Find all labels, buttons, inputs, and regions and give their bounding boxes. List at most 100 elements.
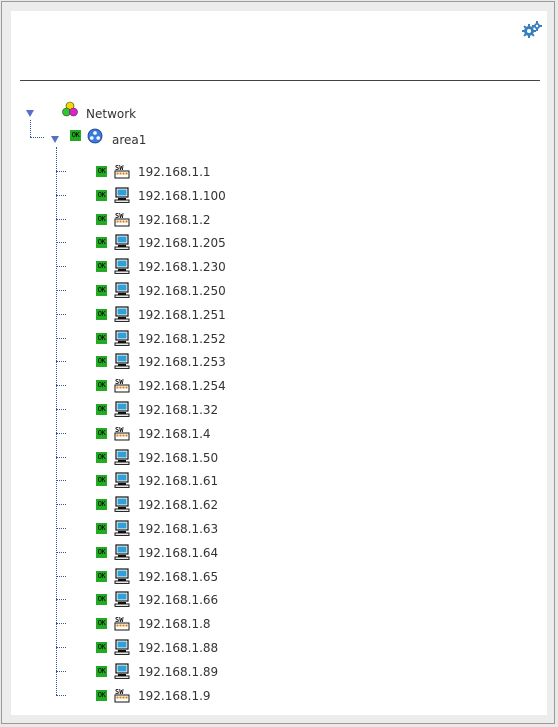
computer-icon [114,306,130,322]
tree-line [56,671,66,672]
tree-device-label[interactable]: 192.168.1.4 [138,427,211,441]
tree-line [56,147,57,695]
tree-line [56,171,66,172]
computer-icon [114,544,130,560]
tree-line [56,385,66,386]
computer-icon [114,282,130,298]
tree-device-label[interactable]: 192.168.1.61 [138,474,218,488]
expand-toggle-area1[interactable] [50,134,60,144]
tree-line [56,433,66,434]
tree-device-label[interactable]: 192.168.1.251 [138,308,226,322]
status-ok-badge: OK [96,690,107,701]
tree-device-label[interactable]: 192.168.1.8 [138,617,211,631]
status-ok-badge: OK [96,214,107,225]
tree-device-label[interactable]: 192.168.1.63 [138,522,218,536]
tree-node-label-area1[interactable]: area1 [112,133,146,147]
tree-device-label[interactable]: 192.168.1.250 [138,284,226,298]
tree-line [56,242,66,243]
tree-device-label[interactable]: 192.168.1.230 [138,260,226,274]
switch-icon: SW [114,687,130,703]
tree-line [56,504,66,505]
tree-line [30,120,31,137]
status-ok-badge: OK [96,261,107,272]
expand-toggle-network[interactable] [25,108,35,118]
tree-line [56,647,66,648]
status-ok-badge: OK [96,428,107,439]
status-ok-badge: OK [96,666,107,677]
tree-device-label[interactable]: 192.168.1.9 [138,689,211,703]
computer-icon [114,639,130,655]
tree-line [56,338,66,339]
tree-line [56,314,66,315]
tree-device-label[interactable]: 192.168.1.64 [138,546,218,560]
computer-icon [114,520,130,536]
computer-icon [114,472,130,488]
status-ok-badge: OK [96,452,107,463]
tree-device-label[interactable]: 192.168.1.1 [138,165,211,179]
switch-icon: SW [114,377,130,393]
tree-device-label[interactable]: 192.168.1.205 [138,236,226,250]
status-ok-badge: OK [96,594,107,605]
tree-device-label[interactable]: 192.168.1.253 [138,355,226,369]
settings-gears-icon[interactable] [522,21,542,39]
status-ok-badge: OK [96,475,107,486]
tree-node-label-network[interactable]: Network [86,107,136,121]
tree-line [56,552,66,553]
switch-icon: SW [114,163,130,179]
tree-line [56,599,66,600]
divider [20,80,540,81]
tree-line [56,361,66,362]
status-ok-badge: OK [70,130,81,141]
status-ok-badge: OK [96,285,107,296]
tree-device-label[interactable]: 192.168.1.88 [138,641,218,655]
tree-device-label[interactable]: 192.168.1.62 [138,498,218,512]
computer-icon [114,496,130,512]
tree-device-label[interactable]: 192.168.1.2 [138,213,211,227]
computer-icon [114,330,130,346]
status-ok-badge: OK [96,571,107,582]
computer-icon [114,234,130,250]
computer-icon [114,591,130,607]
tree-device-label[interactable]: 192.168.1.100 [138,189,226,203]
status-ok-badge: OK [96,356,107,367]
status-ok-badge: OK [96,499,107,510]
tree-line [56,528,66,529]
switch-icon: SW [114,425,130,441]
status-ok-badge: OK [96,547,107,558]
tree-line [56,623,66,624]
switch-icon: SW [114,615,130,631]
tree-line [56,576,66,577]
tree-line [56,290,66,291]
globe-icon [87,128,103,144]
tree-device-label[interactable]: 192.168.1.254 [138,379,226,393]
status-ok-badge: OK [96,309,107,320]
tree-line [56,480,66,481]
status-ok-badge: OK [96,380,107,391]
tree-container: Network OK area1 OK SW 192.168.1.1 OK 192.16… [11,11,547,715]
network-circles-icon [62,101,78,117]
computer-icon [114,258,130,274]
status-ok-badge: OK [96,404,107,415]
status-ok-badge: OK [96,190,107,201]
computer-icon [114,568,130,584]
tree-device-label[interactable]: 192.168.1.32 [138,403,218,417]
tree-line [56,266,66,267]
tree-device-label[interactable]: 192.168.1.89 [138,665,218,679]
tree-device-label[interactable]: 192.168.1.252 [138,332,226,346]
computer-icon [114,353,130,369]
tree-device-label[interactable]: 192.168.1.50 [138,451,218,465]
tree-line [56,695,66,696]
switch-icon: SW [114,211,130,227]
tree-device-label[interactable]: 192.168.1.65 [138,570,218,584]
status-ok-badge: OK [96,642,107,653]
network-tree-panel: Network OK area1 OK SW 192.168.1.1 OK 192.16… [1,1,555,724]
computer-icon [114,663,130,679]
tree-line [56,195,66,196]
tree-line [56,457,66,458]
status-ok-badge: OK [96,618,107,629]
computer-icon [114,187,130,203]
tree-line [56,219,66,220]
status-ok-badge: OK [96,166,107,177]
computer-icon [114,449,130,465]
tree-device-label[interactable]: 192.168.1.66 [138,593,218,607]
